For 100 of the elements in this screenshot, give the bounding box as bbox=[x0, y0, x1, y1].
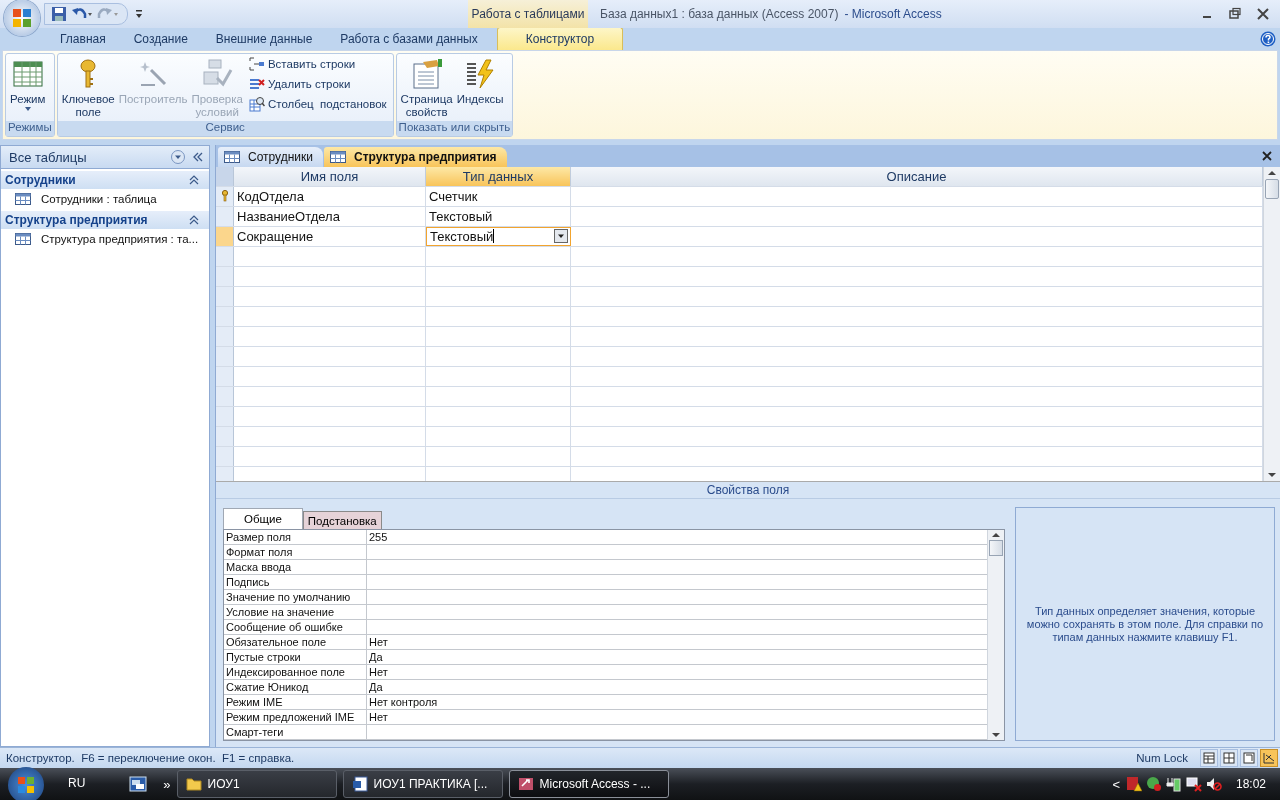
property-name: Условие на значение bbox=[224, 605, 367, 619]
table-cell[interactable]: Сокращение bbox=[234, 226, 426, 246]
key-icon bbox=[220, 190, 229, 203]
save-icon[interactable] bbox=[51, 6, 67, 22]
vertical-scrollbar[interactable] bbox=[1263, 166, 1280, 482]
caret-icon bbox=[23, 106, 32, 112]
property-name: Сжатие Юникод bbox=[224, 680, 367, 694]
table-icon bbox=[15, 193, 31, 205]
window-title: База данных1 : база данных (Access 2007) bbox=[600, 7, 839, 21]
lookup-column-icon bbox=[248, 96, 265, 112]
nav-group-header[interactable]: Сотрудники bbox=[1, 171, 209, 189]
lightning-index-icon bbox=[464, 58, 497, 90]
document-tab[interactable]: Сотрудники bbox=[218, 146, 323, 167]
more-button[interactable]: » bbox=[163, 776, 171, 792]
scroll-thumb[interactable] bbox=[1265, 178, 1279, 199]
property-value[interactable]: Нет bbox=[367, 635, 987, 649]
ribbon-small-button[interactable]: Вставить строки bbox=[248, 56, 387, 72]
show-desktop-icon[interactable] bbox=[129, 776, 148, 792]
property-name: Режим IME bbox=[224, 695, 367, 709]
show-hidden-icons-button[interactable]: < bbox=[1112, 776, 1120, 792]
contextual-tab-group: Работа с таблицами bbox=[468, 0, 588, 28]
collapse-icon bbox=[189, 175, 199, 185]
network-disconnected-icon[interactable] bbox=[1185, 776, 1202, 792]
nav-group-header[interactable]: Структура предприятия bbox=[1, 211, 209, 229]
language-indicator[interactable]: RU bbox=[68, 776, 86, 790]
collapse-pane-icon[interactable] bbox=[191, 150, 205, 164]
ribbon-button[interactable]: Страница свойств bbox=[398, 56, 455, 121]
property-name: Сообщение об ошибке bbox=[224, 620, 367, 634]
table-icon bbox=[224, 150, 240, 163]
delete-rows-icon bbox=[248, 76, 265, 92]
document-icon bbox=[351, 776, 368, 792]
table-cell[interactable]: НазваниеОтдела bbox=[234, 206, 426, 226]
view-icon bbox=[1202, 751, 1216, 765]
property-name: Значение по умолчанию bbox=[224, 590, 367, 604]
dropdown-icon[interactable] bbox=[171, 150, 185, 164]
property-name: Подпись bbox=[224, 575, 367, 589]
customize-toolbar-icon[interactable] bbox=[134, 8, 144, 20]
property-tab[interactable]: Общие bbox=[223, 508, 303, 529]
help-icon[interactable] bbox=[1260, 31, 1276, 47]
ribbon-small-button[interactable]: Столбец подстановок bbox=[248, 96, 387, 112]
property-name: Обязательное поле bbox=[224, 635, 367, 649]
property-value[interactable]: Нет bbox=[367, 710, 987, 724]
ribbon-button[interactable]: Индексы bbox=[454, 56, 506, 121]
close-icon[interactable] bbox=[1256, 7, 1270, 21]
folder-icon bbox=[185, 776, 202, 792]
view-button[interactable] bbox=[1200, 749, 1218, 767]
document-tab[interactable]: Структура предприятия bbox=[324, 146, 507, 167]
table-cell[interactable]: Текстовый bbox=[426, 206, 571, 226]
table-cell[interactable]: Счетчик bbox=[426, 186, 571, 206]
battery-plug-icon[interactable] bbox=[1165, 776, 1182, 792]
property-name: Индексированное поле bbox=[224, 665, 367, 679]
app-name: - Microsoft Access bbox=[844, 7, 942, 21]
scroll-thumb[interactable] bbox=[989, 540, 1003, 556]
ribbon-tab[interactable]: Конструктор bbox=[496, 27, 624, 50]
ribbon-small-button[interactable]: Удалить строки bbox=[248, 76, 387, 92]
property-value[interactable]: Нет контроля bbox=[367, 695, 987, 709]
windows-logo-icon bbox=[16, 775, 36, 795]
collapse-icon bbox=[189, 215, 199, 225]
speaker-muted-icon[interactable] bbox=[1205, 776, 1222, 792]
taskbar-button[interactable]: ИОУ1 bbox=[176, 770, 337, 798]
taskbar-button[interactable]: ИОУ1 ПРАКТИКА [... bbox=[342, 770, 503, 798]
shield-warning-icon[interactable] bbox=[1125, 776, 1142, 792]
view-button[interactable] bbox=[1260, 749, 1278, 767]
nav-item[interactable]: Сотрудники : таблица bbox=[1, 189, 209, 209]
view-button[interactable] bbox=[1240, 749, 1258, 767]
property-value[interactable]: Нет bbox=[367, 665, 987, 679]
ribbon-button[interactable]: Ключевое поле bbox=[59, 56, 117, 121]
group-label: Сервис bbox=[57, 121, 393, 136]
property-tab[interactable]: Подстановка bbox=[302, 511, 382, 529]
data-type-dropdown[interactable]: Текстовый bbox=[426, 226, 571, 246]
vertical-scrollbar[interactable] bbox=[987, 530, 1004, 740]
property-value[interactable]: 255 bbox=[367, 530, 987, 544]
view-button[interactable] bbox=[1220, 749, 1238, 767]
close-icon[interactable] bbox=[1262, 150, 1272, 161]
view-icon bbox=[1222, 751, 1236, 765]
ribbon-button[interactable]: Режим bbox=[8, 56, 48, 121]
office-button[interactable] bbox=[4, 0, 40, 36]
property-value[interactable]: Да bbox=[367, 650, 987, 664]
insert-rows-icon bbox=[248, 56, 265, 72]
office-logo-icon bbox=[11, 7, 33, 29]
view-icon bbox=[1242, 751, 1256, 765]
ribbon-tab[interactable]: Главная bbox=[46, 28, 120, 50]
property-name: Режим предложений IME bbox=[224, 710, 367, 724]
taskbar-button[interactable]: Microsoft Access - ... bbox=[508, 770, 669, 798]
group-label: Режимы bbox=[6, 121, 54, 136]
restore-icon[interactable] bbox=[1228, 7, 1242, 21]
ribbon-tab[interactable]: Работа с базами данных bbox=[326, 28, 492, 50]
table-icon bbox=[330, 150, 346, 163]
clock[interactable]: 18:02 bbox=[1235, 777, 1266, 791]
section-title: Свойства поля bbox=[706, 483, 790, 497]
num-lock-indicator: Num Lock bbox=[1136, 752, 1188, 764]
table-cell[interactable]: КодОтдела bbox=[234, 186, 426, 206]
ribbon-tab[interactable]: Создание bbox=[119, 28, 202, 50]
ribbon-tab[interactable]: Внешние данные bbox=[201, 28, 327, 50]
nav-item[interactable]: Структура предприятия : та... bbox=[1, 229, 209, 249]
globe-error-icon[interactable] bbox=[1145, 776, 1162, 792]
start-button[interactable] bbox=[8, 767, 44, 800]
status-text: Конструктор. F6 = переключение окон. F1 = справка. bbox=[6, 752, 295, 764]
property-name: Пустые строки bbox=[224, 650, 367, 664]
property-value[interactable]: Да bbox=[367, 680, 987, 694]
